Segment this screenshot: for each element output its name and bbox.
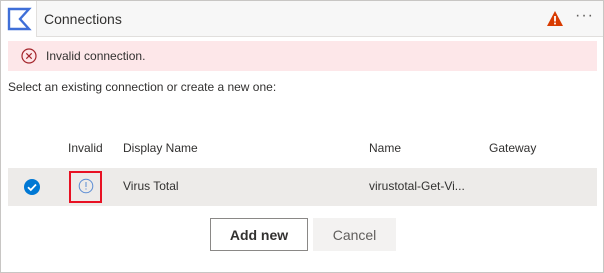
panel-header: Connections ··· xyxy=(1,1,603,37)
row-name: virustotal-Get-Vi... xyxy=(369,179,465,193)
more-options-button[interactable]: ··· xyxy=(575,7,594,25)
cancel-button[interactable]: Cancel xyxy=(313,218,396,251)
row-display-name: Virus Total xyxy=(123,179,179,193)
error-circle-icon xyxy=(21,48,37,64)
column-header-gateway: Gateway xyxy=(489,141,537,155)
table-row[interactable]: Virus Total virustotal-Get-Vi... xyxy=(8,168,597,206)
instruction-text: Select an existing connection or create … xyxy=(8,80,277,94)
add-new-button[interactable]: Add new xyxy=(210,218,308,251)
error-message-text: Invalid connection. xyxy=(46,49,146,63)
column-header-display-name: Display Name xyxy=(123,141,198,155)
column-header-name: Name xyxy=(369,141,402,155)
connections-panel: Connections ··· Invalid connection. Sele… xyxy=(0,0,604,273)
checkmark-circle-icon[interactable] xyxy=(23,178,41,196)
info-circle-icon xyxy=(78,178,94,197)
panel-title: Connections xyxy=(44,11,122,27)
sigma-logo-icon xyxy=(1,1,37,37)
error-message-bar: Invalid connection. xyxy=(8,41,597,71)
warning-icon[interactable] xyxy=(546,10,564,28)
column-header-invalid: Invalid xyxy=(68,141,103,155)
invalid-indicator xyxy=(69,171,102,203)
